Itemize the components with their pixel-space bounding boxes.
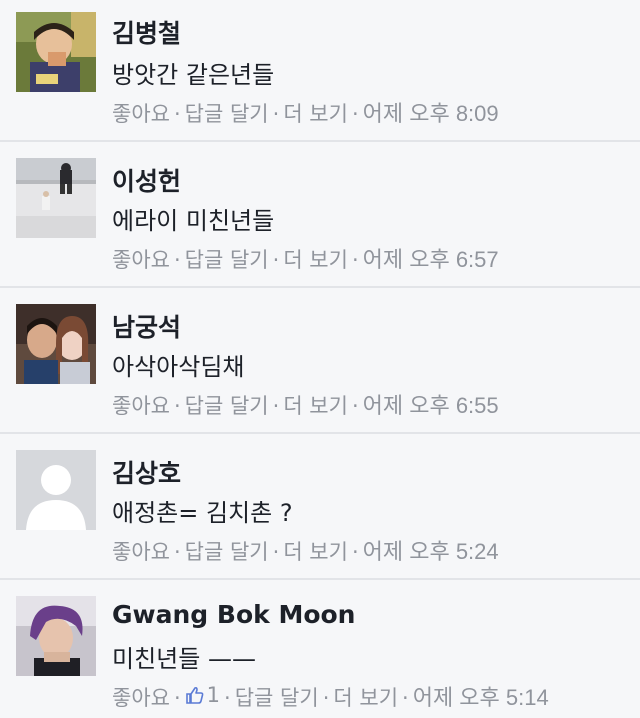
timestamp[interactable]: 어제 오후 6:57 [363,247,499,272]
comment-item: 남궁석 아삭아삭딤채 좋아요 · 답글 달기 · 더 보기 · 어제 오후 6:55 [0,288,640,434]
default-profile-silhouette-icon [16,450,96,530]
like-link[interactable]: 좋아요 [112,102,170,126]
commenter-name[interactable]: 이성헌 [112,162,181,198]
comment-actions: 좋아요 · 답글 달기 · 더 보기 · 어제 오후 6:57 [112,242,499,274]
separator: · [322,686,330,710]
like-link[interactable]: 좋아요 [112,394,170,418]
separator: · [224,686,231,710]
reply-link[interactable]: 답글 달기 [235,686,319,710]
more-link[interactable]: 더 보기 [283,102,348,126]
comment-text: 미친년들 —— [112,645,256,673]
separator: · [272,248,280,272]
separator: · [173,540,181,564]
more-link[interactable]: 더 보기 [283,248,348,272]
user-photo-icon [16,158,96,238]
comment-actions: 좋아요 · 답글 달기 · 더 보기 · 어제 오후 5:24 [112,534,499,566]
separator: · [272,394,280,418]
user-photo-icon [16,304,96,384]
separator: · [351,394,359,418]
user-photo-icon [16,12,96,92]
like-link[interactable]: 좋아요 [112,686,170,710]
reply-link[interactable]: 답글 달기 [185,540,269,564]
thumbs-up-icon [185,686,204,704]
comment-item: 이성헌 에라이 미친년들 좋아요 · 답글 달기 · 더 보기 · 어제 오후 6:57 [0,142,640,288]
comment-actions: 좋아요 · 1 · 답글 달기 · 더 보기 · 어제 오후 5:14 [112,680,549,712]
separator: · [173,394,181,418]
timestamp[interactable]: 어제 오후 5:24 [363,539,499,564]
like-link[interactable]: 좋아요 [112,540,170,564]
separator: · [173,248,181,272]
avatar[interactable] [16,158,96,238]
separator: · [351,540,359,564]
separator: · [272,540,280,564]
commenter-name[interactable]: 김상호 [112,454,181,490]
comment-actions: 좋아요 · 답글 달기 · 더 보기 · 어제 오후 8:09 [112,96,499,128]
comment-list: 김병철 방앗간 같은년들 좋아요 · 답글 달기 · 더 보기 · 어제 오후 8:09 이… [0,0,640,718]
reply-link[interactable]: 답글 달기 [185,248,269,272]
comment-text: 아삭아삭딤채 [112,353,245,381]
like-count[interactable]: 1 [185,683,220,707]
separator: · [402,686,409,710]
comment-text: 에라이 미친년들 [112,207,275,235]
comment-item: Gwang Bok Moon 미친년들 —— 좋아요 · 1 · 답글 달기 · 더 보기 ·… [0,580,640,718]
separator: · [351,248,359,272]
avatar[interactable] [16,450,96,530]
comment-actions: 좋아요 · 답글 달기 · 더 보기 · 어제 오후 6:55 [112,388,499,420]
separator: · [173,102,181,126]
more-link[interactable]: 더 보기 [283,394,348,418]
reply-link[interactable]: 답글 달기 [185,102,269,126]
reply-link[interactable]: 답글 달기 [185,394,269,418]
comment-text: 방앗간 같은년들 [112,61,275,89]
commenter-name[interactable]: 김병철 [112,14,181,50]
timestamp[interactable]: 어제 오후 5:14 [413,685,549,710]
comment-item: 김병철 방앗간 같은년들 좋아요 · 답글 달기 · 더 보기 · 어제 오후 8:09 [0,0,640,142]
comment-text: 애정촌= 김치촌 ? [112,499,293,527]
commenter-name[interactable]: 남궁석 [112,308,181,344]
timestamp[interactable]: 어제 오후 6:55 [363,393,499,418]
more-link[interactable]: 더 보기 [283,540,348,564]
timestamp[interactable]: 어제 오후 8:09 [363,101,499,126]
separator: · [272,102,280,126]
more-link[interactable]: 더 보기 [333,686,398,710]
commenter-name[interactable]: Gwang Bok Moon [112,600,355,629]
separator: · [173,686,181,710]
user-photo-icon [16,596,96,676]
separator: · [351,102,359,126]
comment-item: 김상호 애정촌= 김치촌 ? 좋아요 · 답글 달기 · 더 보기 · 어제 오후 5:24 [0,434,640,580]
avatar[interactable] [16,596,96,676]
avatar[interactable] [16,12,96,92]
avatar[interactable] [16,304,96,384]
like-link[interactable]: 좋아요 [112,248,170,272]
like-count-value: 1 [206,683,221,707]
